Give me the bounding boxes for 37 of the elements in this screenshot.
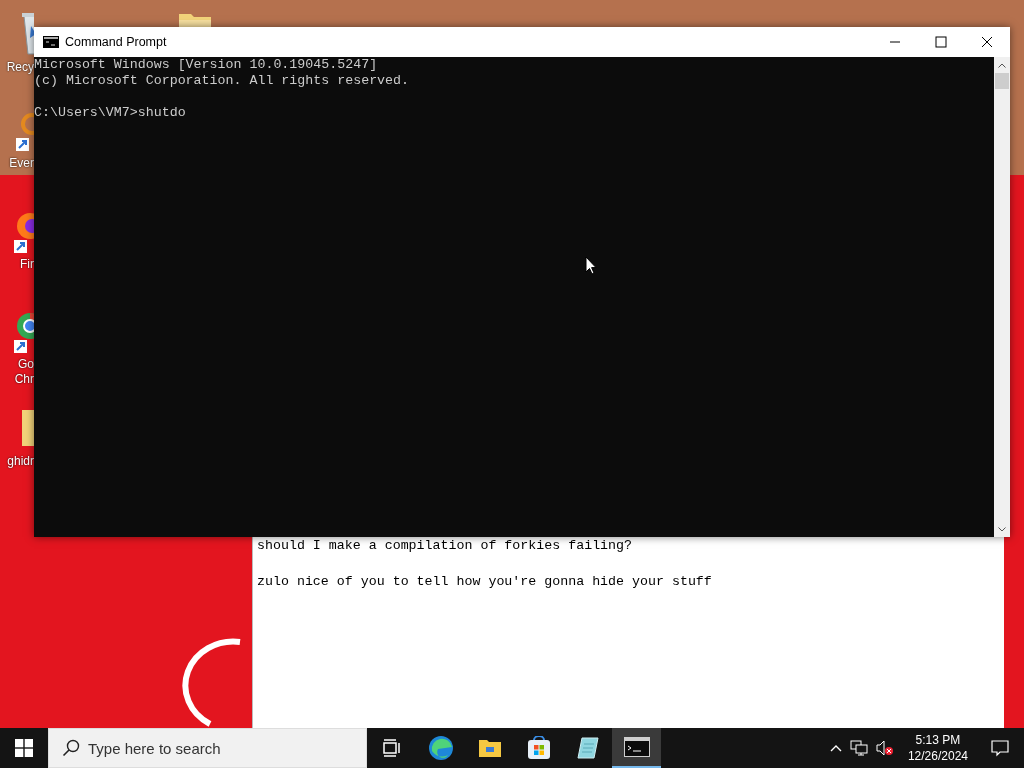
notepad-icon <box>575 736 600 760</box>
terminal-icon <box>623 737 650 757</box>
store-icon <box>526 736 551 760</box>
network-icon[interactable] <box>849 740 868 756</box>
task-view-icon <box>381 739 402 757</box>
maximize-icon <box>935 36 947 48</box>
search-field[interactable]: Type here to search <box>48 728 367 768</box>
icon-label: Go <box>18 357 34 372</box>
speech-bubble-icon <box>991 739 1009 757</box>
muted-speaker-icon[interactable] <box>875 740 894 756</box>
close-icon <box>981 36 993 48</box>
console-line: (c) Microsoft Corporation. All rights reserved. <box>34 73 411 89</box>
scrollbar[interactable] <box>994 57 1010 537</box>
icon-label: Chr <box>14 372 34 387</box>
chevron-up-icon[interactable] <box>829 744 842 752</box>
scroll-thumb[interactable] <box>995 73 1009 89</box>
chevron-up-icon <box>998 62 1006 68</box>
folder-icon <box>477 738 502 758</box>
search-icon <box>62 739 80 757</box>
taskbar-app-button[interactable] <box>612 728 661 768</box>
command-line: C:\Users\VM7>shutdo <box>34 105 187 121</box>
time-text: 5:13 PM <box>915 732 961 748</box>
icon-label: Recy <box>6 60 34 75</box>
text-line: should I make a compilation of forkies failing? <box>257 537 634 555</box>
window-title: Command Prompt <box>65 35 168 49</box>
edge-icon <box>427 735 454 761</box>
console-line: Microsoft Windows [Version 10.0.19045.5247] <box>34 57 379 72</box>
clock[interactable]: 5:13 PM 12/26/2024 <box>901 732 974 764</box>
icon-label: ghidr <box>7 454 34 469</box>
windows-logo-icon <box>15 739 33 757</box>
date-text: 12/26/2024 <box>907 748 968 764</box>
text-line: zulo nice of you to tell how you're gonna hide your stuff <box>257 573 713 591</box>
icon-label: Ever <box>9 156 34 171</box>
chevron-down-icon <box>998 526 1006 532</box>
mouse-pointer-icon <box>585 256 597 275</box>
terminal-icon <box>43 36 59 48</box>
icon-label: Fir <box>20 257 34 272</box>
